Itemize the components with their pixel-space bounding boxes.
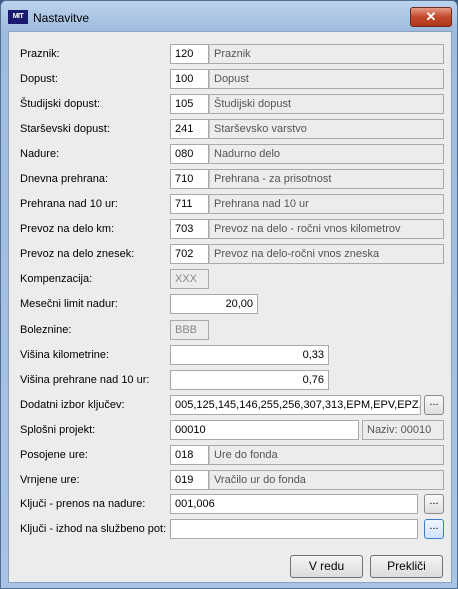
code-input[interactable]: 703 — [170, 219, 209, 239]
row-dopust: Dopust: 100 Dopust — [9, 69, 451, 91]
field-label: Nadure: — [20, 148, 60, 160]
field-label: Prevoz na delo znesek: — [20, 248, 135, 260]
code-input[interactable]: 018 — [170, 445, 209, 465]
code-input[interactable]: 120 — [170, 44, 209, 64]
code-input[interactable]: 080 — [170, 144, 209, 164]
field-label: Prevoz na delo km: — [20, 223, 115, 235]
browse-button[interactable]: ... — [424, 494, 444, 514]
row-dnevna-prehrana: Dnevna prehrana: 710 Prehrana - za priso… — [9, 169, 451, 191]
row-prehrana-nad-10-ur: Prehrana nad 10 ur: 711 Prehrana nad 10 … — [9, 194, 451, 216]
field-label: Višina kilometrine: — [20, 349, 110, 361]
code-description: Študijski dopust — [209, 94, 444, 114]
row-vrnjene-ure: Vrnjene ure: 019 Vračilo ur do fonda — [9, 470, 451, 492]
field-label: Kompenzacija: — [20, 273, 93, 285]
row-praznik: Praznik: 120 Praznik — [9, 44, 451, 66]
field-label: Boleznine: — [20, 324, 72, 336]
field-label: Prehrana nad 10 ur: — [20, 198, 118, 210]
projekt-naziv: Naziv: 00010 — [362, 420, 444, 440]
row-kljuci-nadure: Ključi - prenos na nadure: 001,006 ... — [9, 494, 451, 516]
kompenzacija-input: XXX — [170, 269, 209, 289]
field-label: Vrnjene ure: — [20, 474, 80, 486]
code-description: Nadurno delo — [209, 144, 444, 164]
dodatni-izbor-input[interactable]: 005,125,145,146,255,256,307,313,EPM,EPV,… — [170, 395, 421, 415]
row-starsevski-dopust: Starševski dopust: 241 Starševsko varstv… — [9, 119, 451, 141]
splosni-projekt-input[interactable]: 00010 — [170, 420, 359, 440]
visina-kilometrine-input[interactable]: 0,33 — [170, 345, 329, 365]
title-bar: MIT Nastavitve ✕ — [1, 1, 457, 31]
field-label: Dnevna prehrana: — [20, 173, 109, 185]
row-posojene-ure: Posojene ure: 018 Ure do fonda — [9, 445, 451, 467]
row-mesecni-limit: Mesečni limit nadur: 20,00 — [9, 294, 451, 316]
field-label: Splošni projekt: — [20, 424, 96, 436]
code-input[interactable]: 100 — [170, 69, 209, 89]
field-label: Dopust: — [20, 73, 58, 85]
field-label: Dodatni izbor ključev: — [20, 399, 125, 411]
close-button[interactable]: ✕ — [410, 7, 452, 27]
row-visina-kilometrine: Višina kilometrine: 0,33 — [9, 345, 451, 367]
code-description: Prehrana - za prisotnost — [209, 169, 444, 189]
field-label: Praznik: — [20, 48, 60, 60]
kljuci-nadure-input[interactable]: 001,006 — [170, 494, 418, 514]
code-description: Starševsko varstvo — [209, 119, 444, 139]
row-kljuci-sluzbeno: Ključi - izhod na službeno pot: ... — [9, 519, 451, 541]
row-prevoz-znesek: Prevoz na delo znesek: 702 Prevoz na del… — [9, 244, 451, 266]
code-description: Praznik — [209, 44, 444, 64]
row-splosni-projekt: Splošni projekt: 00010 Naziv: 00010 — [9, 420, 451, 442]
code-input[interactable]: 105 — [170, 94, 209, 114]
code-input[interactable]: 711 — [170, 194, 209, 214]
field-label: Višina prehrane nad 10 ur: — [20, 374, 150, 386]
field-label: Starševski dopust: — [20, 123, 110, 135]
code-description: Prevoz na delo - ročni vnos kilometrov — [209, 219, 444, 239]
code-input[interactable]: 019 — [170, 470, 209, 490]
row-studijski-dopust: Študijski dopust: 105 Študijski dopust — [9, 94, 451, 116]
mesecni-limit-input[interactable]: 20,00 — [170, 294, 258, 314]
row-visina-prehrane: Višina prehrane nad 10 ur: 0,76 — [9, 370, 451, 392]
row-dodatni-izbor: Dodatni izbor ključev: 005,125,145,146,2… — [9, 395, 451, 417]
code-input[interactable]: 241 — [170, 119, 209, 139]
row-kompenzacija: Kompenzacija: XXX — [9, 269, 451, 291]
field-label: Študijski dopust: — [20, 98, 101, 110]
row-boleznine: Boleznine: BBB — [9, 320, 451, 342]
cancel-button[interactable]: Prekliči — [370, 555, 443, 578]
code-description: Ure do fonda — [209, 445, 444, 465]
visina-prehrane-input[interactable]: 0,76 — [170, 370, 329, 390]
code-input[interactable]: 710 — [170, 169, 209, 189]
code-description: Prevoz na delo-ročni vnos zneska — [209, 244, 444, 264]
app-icon: MIT — [8, 10, 28, 24]
field-label: Posojene ure: — [20, 449, 88, 461]
dialog-body: Praznik: 120 Praznik Dopust: 100 Dopust … — [8, 31, 452, 583]
boleznine-input: BBB — [170, 320, 209, 340]
browse-button[interactable]: ... — [424, 395, 444, 415]
code-input[interactable]: 702 — [170, 244, 209, 264]
browse-button[interactable]: ... — [424, 519, 444, 539]
code-description: Vračilo ur do fonda — [209, 470, 444, 490]
code-description: Prehrana nad 10 ur — [209, 194, 444, 214]
row-nadure: Nadure: 080 Nadurno delo — [9, 144, 451, 166]
code-description: Dopust — [209, 69, 444, 89]
ok-button[interactable]: V redu — [290, 555, 363, 578]
field-label: Ključi - izhod na službeno pot: — [20, 523, 167, 535]
field-label: Ključi - prenos na nadure: — [20, 498, 146, 510]
row-prevoz-km: Prevoz na delo km: 703 Prevoz na delo - … — [9, 219, 451, 241]
field-label: Mesečni limit nadur: — [20, 298, 118, 310]
window-title: Nastavitve — [33, 11, 90, 25]
kljuci-sluzbeno-input[interactable] — [170, 519, 418, 539]
settings-dialog: MIT Nastavitve ✕ Praznik: 120 Praznik Do… — [0, 0, 458, 589]
